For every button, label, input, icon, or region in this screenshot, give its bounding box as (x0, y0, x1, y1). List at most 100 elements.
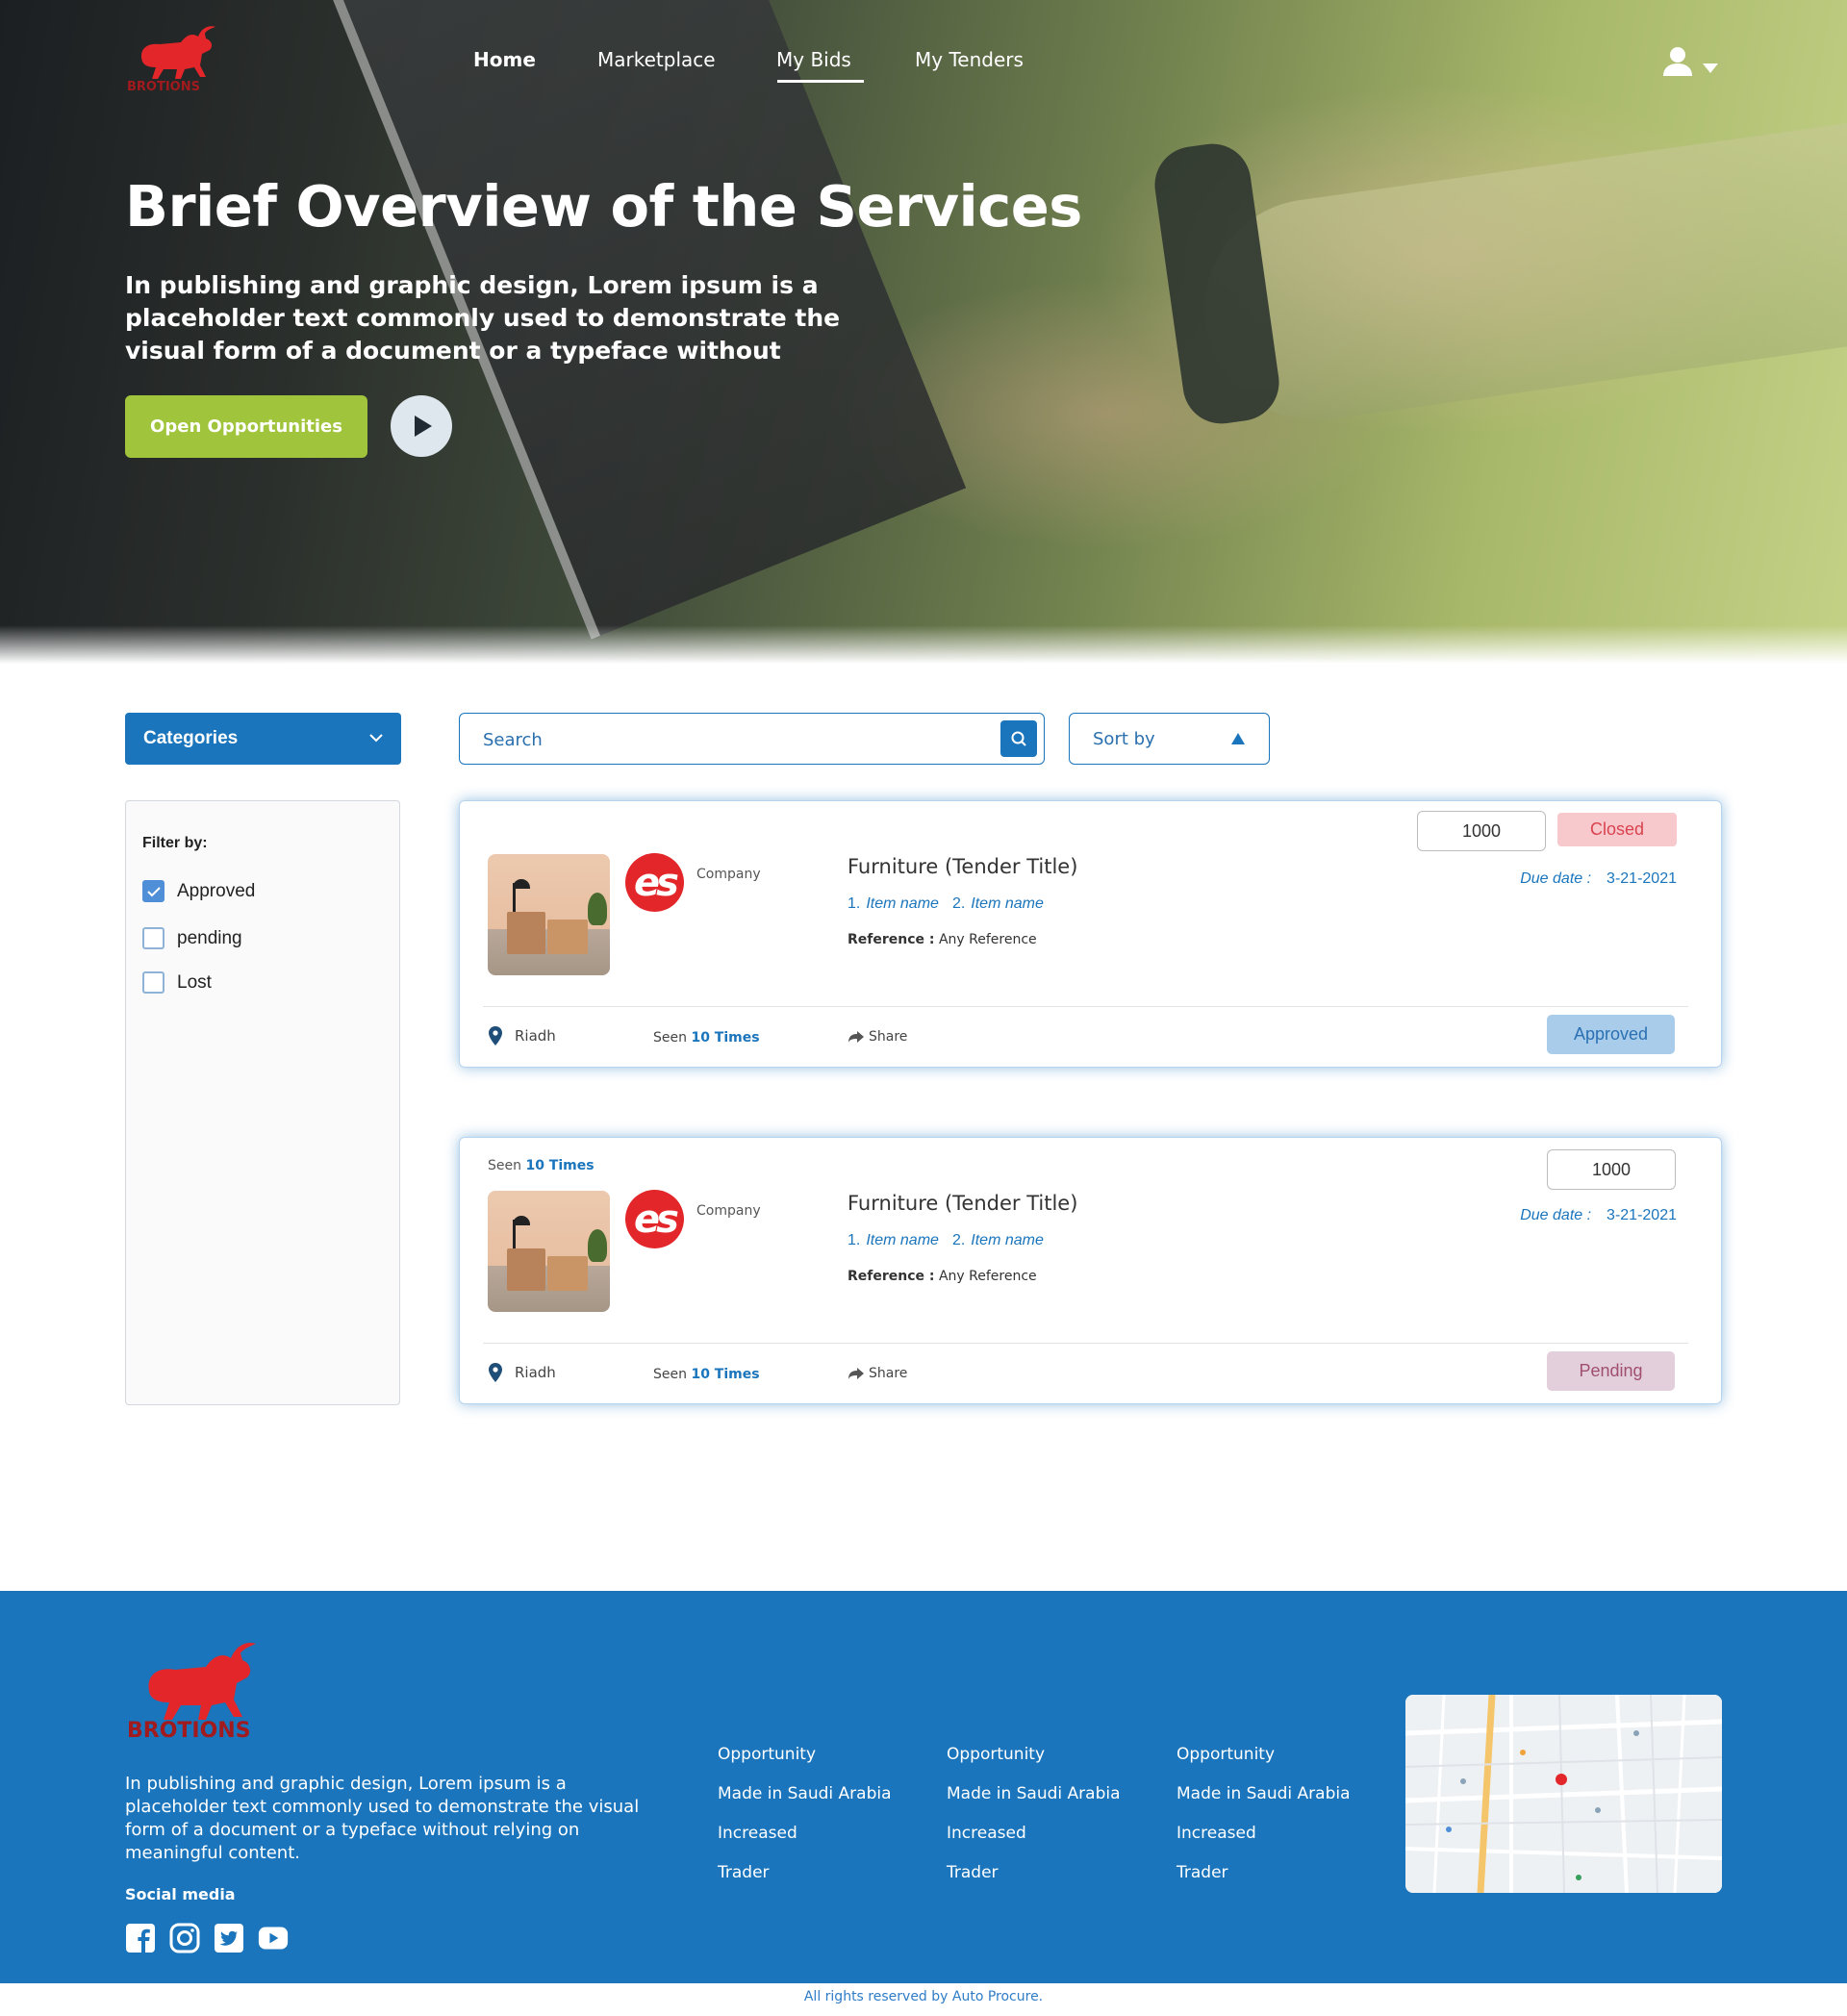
bid-card[interactable]: es Company Furniture (Tender Title) 1. It… (459, 800, 1722, 1068)
facebook-icon (126, 1924, 155, 1953)
seen-value: 10 Times (691, 1367, 760, 1382)
location: Riadh (488, 1362, 556, 1383)
footer-logo-wordmark: BROTIONS (127, 1719, 251, 1743)
footer-link-trader[interactable]: Trader (718, 1863, 892, 1903)
hero-subtitle: In publishing and graphic design, Lorem … (125, 271, 841, 365)
checkmark-icon (146, 886, 161, 896)
hero-title: Brief Overview of the Services (125, 173, 1082, 239)
due-date-value: 3-21-2021 (1607, 870, 1677, 887)
share-label: Share (869, 1029, 908, 1045)
reference-label: Reference : (848, 932, 935, 947)
footer-link-made-in-saudi-arabia[interactable]: Made in Saudi Arabia (947, 1784, 1121, 1824)
filter-pending[interactable]: pending (142, 927, 242, 949)
footer-logo[interactable]: BROTIONS (125, 1635, 274, 1749)
hero-arm (1190, 113, 1847, 435)
checkbox-lost[interactable] (142, 971, 164, 994)
twitter-icon (215, 1924, 243, 1953)
location-map[interactable] (1405, 1695, 1722, 1893)
sort-dropdown[interactable]: Sort by (1069, 713, 1270, 765)
open-opportunities-button[interactable]: Open Opportunities (125, 395, 367, 458)
due-date-label: Due date : (1520, 1207, 1592, 1223)
nav-my-tenders[interactable]: My Tenders (915, 48, 1024, 71)
footer-link-trader[interactable]: Trader (947, 1863, 1121, 1903)
filter-label-approved: Approved (177, 880, 256, 901)
youtube-icon (258, 1927, 289, 1950)
footer-link-made-in-saudi-arabia[interactable]: Made in Saudi Arabia (1177, 1784, 1351, 1824)
filter-label-lost: Lost (177, 971, 212, 993)
facebook-link[interactable] (125, 1923, 156, 1953)
seen-count-top: Seen 10 Times (488, 1158, 595, 1173)
youtube-link[interactable] (258, 1923, 289, 1953)
caret-down-icon (1703, 63, 1718, 73)
status-pending-button[interactable]: Pending (1547, 1351, 1675, 1391)
play-icon (415, 416, 432, 437)
share-arrow-icon (848, 1368, 864, 1379)
location: Riadh (488, 1025, 556, 1046)
chevron-down-icon (369, 734, 383, 743)
location-text: Riadh (515, 1364, 556, 1381)
item-name: Item name (866, 895, 939, 912)
company-logo: es (625, 853, 684, 912)
footer-link-opportunity[interactable]: Opportunity (718, 1745, 892, 1784)
footer-link-increased[interactable]: Increased (947, 1824, 1121, 1863)
share-button[interactable]: Share (848, 1029, 907, 1045)
nav-home[interactable]: Home (473, 48, 536, 71)
search-input[interactable] (483, 725, 964, 754)
bid-card[interactable]: Seen 10 Times es Company Furniture (Tend… (459, 1137, 1722, 1404)
user-menu[interactable] (1660, 46, 1724, 79)
nav-marketplace[interactable]: Marketplace (597, 48, 716, 71)
footer-column: Opportunity Made in Saudi Arabia Increas… (1177, 1745, 1351, 1903)
reference-value: Any Reference (938, 1269, 1037, 1284)
footer-link-trader[interactable]: Trader (1177, 1863, 1351, 1903)
footer-link-increased[interactable]: Increased (1177, 1824, 1351, 1863)
copyright: All rights reserved by Auto Procure. (803, 1989, 1044, 2004)
bull-logo-icon: BROTIONS (127, 1642, 256, 1743)
hero-smartwatch (1150, 139, 1284, 429)
footer-link-made-in-saudi-arabia[interactable]: Made in Saudi Arabia (718, 1784, 892, 1824)
share-button[interactable]: Share (848, 1366, 907, 1381)
search-button[interactable] (1000, 720, 1037, 757)
reference: Reference : Any Reference (848, 1269, 1037, 1284)
play-video-button[interactable] (391, 395, 452, 457)
share-label: Share (869, 1366, 908, 1381)
search-icon (1011, 731, 1026, 746)
status-approved-button[interactable]: Approved (1547, 1015, 1675, 1054)
checkbox-approved[interactable] (142, 880, 164, 902)
instagram-link[interactable] (169, 1923, 200, 1953)
filter-panel: Filter by: Approved pending Lost (125, 800, 400, 1405)
filter-lost[interactable]: Lost (142, 971, 212, 994)
user-icon (1663, 47, 1718, 76)
location-pin-icon (489, 1026, 502, 1046)
item-name: Item name (866, 1232, 939, 1248)
sort-label: Sort by (1093, 729, 1155, 749)
hero-fade (0, 625, 1847, 664)
product-thumbnail (488, 1191, 610, 1312)
location-pin-icon (489, 1363, 502, 1382)
card-divider (483, 1006, 1688, 1007)
product-thumbnail (488, 854, 610, 975)
twitter-link[interactable] (214, 1923, 244, 1953)
item-name: Item name (971, 1232, 1044, 1248)
seen-value: 10 Times (525, 1158, 595, 1173)
footer-link-increased[interactable]: Increased (718, 1824, 892, 1863)
search-bar (459, 713, 1045, 765)
due-date-value: 3-21-2021 (1607, 1207, 1677, 1223)
caret-up-icon (1231, 733, 1245, 744)
footer-link-opportunity[interactable]: Opportunity (947, 1745, 1121, 1784)
seen-value: 10 Times (691, 1030, 760, 1046)
filter-title: Filter by: (142, 835, 208, 851)
map-image (1405, 1695, 1722, 1893)
top-nav: Home Marketplace My Bids My Tenders (0, 48, 1847, 87)
footer-link-opportunity[interactable]: Opportunity (1177, 1745, 1351, 1784)
tender-title[interactable]: Furniture (Tender Title) (848, 855, 1077, 878)
checkbox-pending[interactable] (142, 927, 164, 949)
nav-my-bids[interactable]: My Bids (776, 48, 864, 83)
share-arrow-icon (848, 1031, 864, 1043)
filter-approved[interactable]: Approved (142, 880, 255, 902)
footer-column: Opportunity Made in Saudi Arabia Increas… (947, 1745, 1121, 1903)
item-list: 1. Item name 2. Item name (848, 1232, 1044, 1249)
closed-badge: Closed (1557, 813, 1677, 846)
tender-title[interactable]: Furniture (Tender Title) (848, 1192, 1077, 1215)
categories-dropdown[interactable]: Categories (125, 713, 401, 765)
footer-description: In publishing and graphic design, Lorem … (125, 1774, 640, 1863)
